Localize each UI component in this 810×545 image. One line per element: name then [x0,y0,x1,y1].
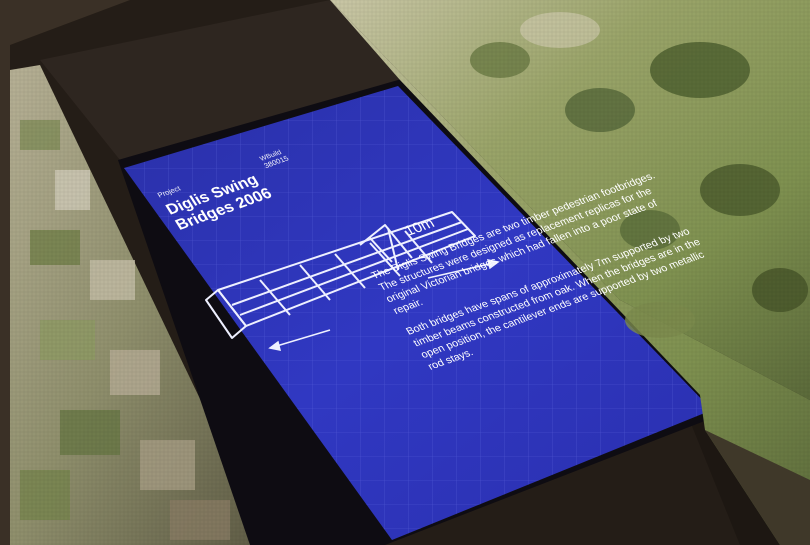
dimension-label: 10m [401,214,438,239]
photo-scene: Project Diglis Swing Bridges 2006 WBuild… [0,0,810,545]
